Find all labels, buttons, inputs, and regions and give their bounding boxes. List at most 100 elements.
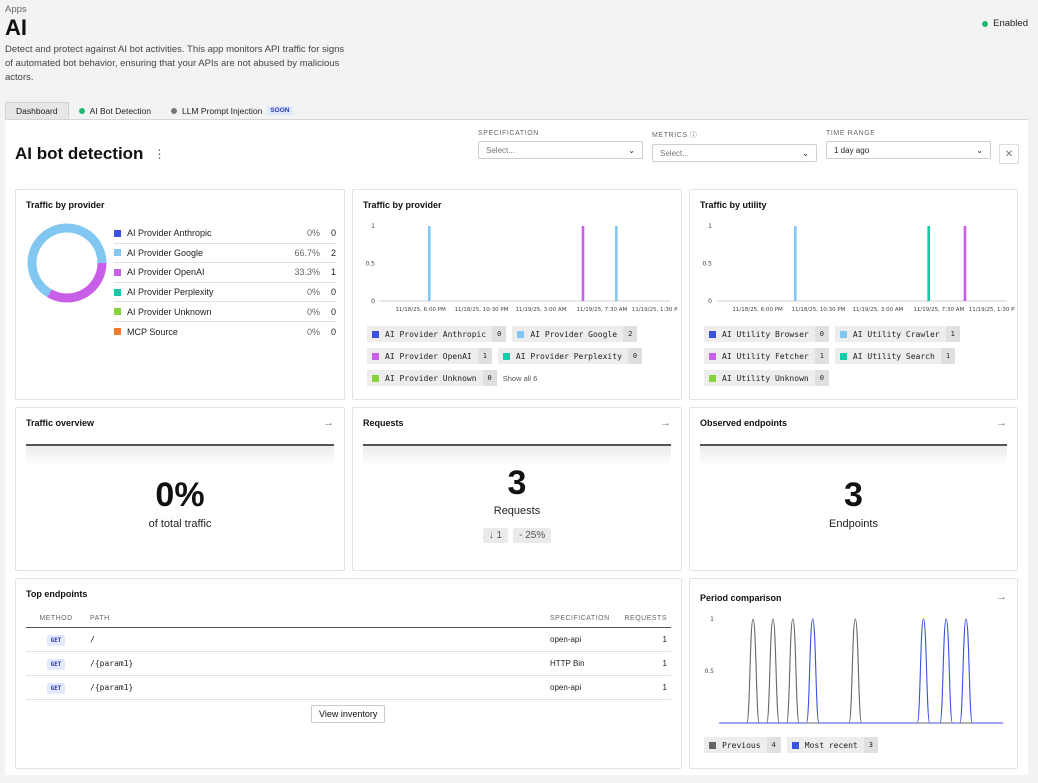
endpoints-caption: Endpoints bbox=[829, 518, 878, 530]
dashboard-panel: AI bot detection ⋮ SPECIFICATION Select.… bbox=[5, 119, 1028, 775]
x-tick-label: 11/19/25, 7:30 AM bbox=[576, 307, 627, 313]
table-row[interactable]: GET / open-api 1 bbox=[26, 627, 671, 652]
filter-label: METRICS ⓘ bbox=[652, 130, 817, 140]
arrow-right-icon[interactable]: → bbox=[660, 417, 671, 429]
provider-percentage: 66.7% bbox=[294, 247, 320, 258]
legend-swatch bbox=[502, 352, 510, 360]
legend-count: 1 bbox=[477, 348, 492, 364]
show-all-link[interactable]: Show all 6 bbox=[503, 370, 538, 386]
provider-timeline-chart: 0 0.5 1 11/18/25, 6:00 PM 11/18/25, 10:30 PM… bbox=[365, 223, 678, 313]
delta-badge: ↓ 1 bbox=[482, 528, 509, 543]
legend-chip-previous[interactable]: Previous 4 bbox=[704, 737, 781, 753]
requests-card[interactable]: Requests → 3 Requests ↓ 1 - 25% bbox=[352, 407, 682, 571]
x-tick-label: 11/18/25, 6:00 PM bbox=[395, 307, 446, 313]
column-header-specification[interactable]: SPECIFICATION bbox=[546, 611, 616, 628]
legend-chip-ai-provider-anthropic[interactable]: AI Provider Anthropic 0 bbox=[367, 326, 507, 342]
card-title: Traffic by provider bbox=[26, 200, 105, 210]
chart-bar[interactable] bbox=[794, 226, 797, 301]
legend-swatch bbox=[114, 308, 121, 316]
legend-chip-ai-utility-browser[interactable]: AI Utility Browser 0 bbox=[704, 326, 829, 342]
table-row[interactable]: GET /{param1} open-api 1 bbox=[26, 675, 671, 700]
x-tick-label: 11/19/25, 3:00 AM bbox=[516, 307, 567, 313]
provider-legend-item[interactable]: AI Provider Anthropic 0% 0 bbox=[114, 224, 336, 244]
view-inventory-button[interactable]: View inventory bbox=[311, 705, 386, 723]
column-header-path[interactable]: PATH bbox=[86, 611, 546, 628]
provider-name: AI Provider Anthropic bbox=[127, 228, 212, 239]
time-range-filter: TIME RANGE 1 day ago ⌄ bbox=[826, 130, 991, 159]
method-cell: GET bbox=[26, 675, 86, 700]
provider-name: MCP Source bbox=[127, 326, 178, 337]
chart-bar[interactable] bbox=[963, 226, 967, 301]
chart-bar[interactable] bbox=[581, 226, 585, 301]
donut-slice-ai-provider-openai[interactable] bbox=[47, 262, 107, 303]
legend-chip-ai-utility-search[interactable]: AI Utility Search 1 bbox=[834, 348, 956, 364]
legend-chip-ai-utility-fetcher[interactable]: AI Utility Fetcher 1 bbox=[704, 348, 829, 364]
clear-filters-button[interactable]: ✕ bbox=[999, 144, 1019, 164]
legend-swatch bbox=[372, 374, 379, 382]
provider-name: AI Provider OpenAI bbox=[127, 267, 205, 278]
legend-chip-ai-provider-unknown[interactable]: AI Provider Unknown 0 bbox=[367, 370, 497, 386]
legend-swatch bbox=[114, 229, 121, 237]
legend-swatch bbox=[372, 330, 379, 338]
arrow-right-icon[interactable]: → bbox=[996, 417, 1007, 429]
provider-percentage: 0% bbox=[306, 326, 320, 337]
chart-bar[interactable] bbox=[927, 226, 930, 301]
tab-ai-bot-detection[interactable]: AI Bot Detection bbox=[69, 102, 161, 119]
specification-select[interactable]: Select... ⌄ bbox=[478, 141, 643, 159]
provider-name: AI Provider Google bbox=[127, 247, 204, 258]
method-badge: GET bbox=[46, 682, 66, 694]
info-icon[interactable]: ⓘ bbox=[690, 130, 698, 140]
header-shade bbox=[26, 446, 334, 466]
status-text: Enabled bbox=[993, 18, 1028, 29]
traffic-by-utility-chart-card: Traffic by utility 0 0.5 1 11/18/25, 6:00 P… bbox=[689, 189, 1018, 400]
card-title: Period comparison bbox=[700, 593, 782, 603]
path-cell: /{param1} bbox=[86, 675, 546, 700]
provider-percentage: 0% bbox=[306, 287, 320, 298]
legend-count: 1 bbox=[945, 326, 960, 342]
chevron-down-icon: ⌄ bbox=[802, 148, 809, 158]
y-tick-label: 1 bbox=[371, 223, 375, 230]
x-tick-label: 11/18/25, 10:30 PM bbox=[455, 307, 509, 313]
tab-dashboard[interactable]: Dashboard bbox=[5, 102, 69, 119]
chart-bar[interactable] bbox=[428, 226, 431, 301]
status-dot-icon bbox=[78, 107, 85, 114]
y-tick-label: 0.5 bbox=[365, 261, 375, 268]
more-options-icon[interactable]: ⋮ bbox=[153, 147, 165, 161]
y-tick-label: 0 bbox=[371, 298, 375, 305]
observed-endpoints-card[interactable]: Observed endpoints → 3 Endpoints bbox=[689, 407, 1018, 571]
series-line-most-recent[interactable] bbox=[719, 618, 1003, 724]
legend-chip-ai-provider-perplexity[interactable]: AI Provider Perplexity 0 bbox=[497, 348, 643, 364]
legend-chip-most-recent[interactable]: Most recent 3 bbox=[786, 737, 878, 753]
provider-legend-item[interactable]: AI Provider Unknown 0% 0 bbox=[114, 302, 336, 322]
status-dot-icon bbox=[171, 107, 178, 114]
close-icon: ✕ bbox=[1004, 148, 1014, 160]
column-header-method[interactable]: METHOD bbox=[26, 611, 86, 628]
period-comparison-card[interactable]: Period comparison → 0.5 1 Previous 4 Most r… bbox=[689, 578, 1018, 769]
provider-legend-item[interactable]: AI Provider OpenAI 33.3% 1 bbox=[114, 263, 336, 283]
legend-chip-ai-utility-unknown[interactable]: AI Utility Unknown 0 bbox=[704, 370, 829, 386]
app-tabs: Dashboard AI Bot Detection LLM Prompt In… bbox=[5, 102, 303, 119]
page-title: AI bbox=[5, 15, 27, 40]
traffic-overview-card[interactable]: Traffic overview → 0% of total traffic bbox=[15, 407, 345, 571]
legend-chip-ai-provider-google[interactable]: AI Provider Google 2 bbox=[512, 326, 638, 342]
endpoints-table-body: GET / open-api 1 GET /{param1} HTTP Bin 1 GET /{p… bbox=[26, 627, 671, 700]
legend-chip-ai-utility-crawler[interactable]: AI Utility Crawler 1 bbox=[834, 326, 960, 342]
series-line-previous[interactable] bbox=[719, 618, 1003, 724]
legend-swatch bbox=[709, 741, 716, 749]
provider-count: 0 bbox=[330, 228, 336, 239]
table-row[interactable]: GET /{param1} HTTP Bin 1 bbox=[26, 651, 671, 676]
provider-legend-item[interactable]: MCP Source 0% 0 bbox=[114, 322, 336, 342]
provider-legend-item[interactable]: AI Provider Perplexity 0% 0 bbox=[114, 283, 336, 303]
breadcrumb[interactable]: Apps bbox=[5, 4, 27, 15]
tab-llm-prompt-injection[interactable]: LLM Prompt Injection SOON bbox=[161, 102, 302, 119]
legend-chip-ai-provider-openai[interactable]: AI Provider OpenAI 1 bbox=[367, 348, 492, 364]
legend-label: AI Utility Fetcher bbox=[722, 351, 809, 361]
provider-legend-item[interactable]: AI Provider Google 66.7% 2 bbox=[114, 244, 336, 264]
column-header-requests[interactable]: REQUESTS bbox=[616, 611, 671, 628]
time-range-select[interactable]: 1 day ago ⌄ bbox=[826, 141, 991, 159]
arrow-right-icon[interactable]: → bbox=[996, 591, 1007, 603]
chart-bar[interactable] bbox=[615, 226, 618, 301]
arrow-right-icon[interactable]: → bbox=[323, 417, 334, 429]
metrics-select[interactable]: Select... ⌄ bbox=[652, 144, 817, 162]
requests-cell: 1 bbox=[616, 675, 671, 700]
